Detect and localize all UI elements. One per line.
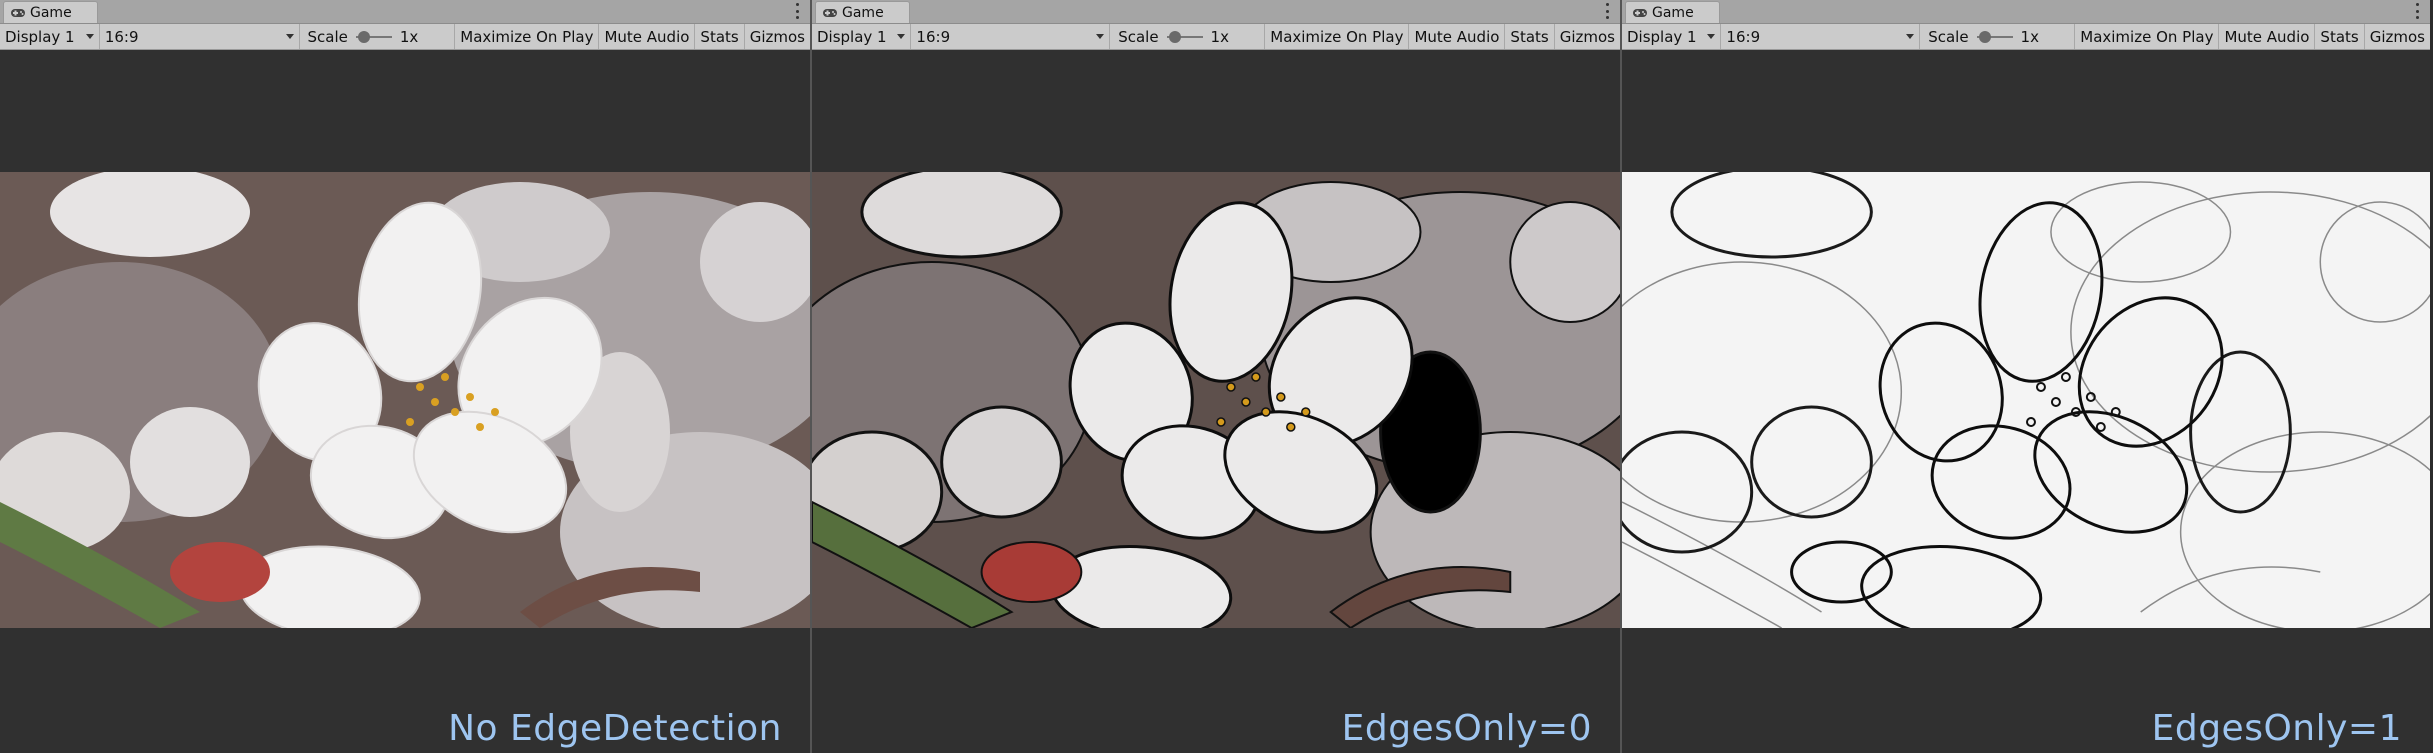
stats-label: Stats bbox=[700, 27, 739, 46]
display-label: Display 1 bbox=[817, 27, 887, 46]
gizmos-button[interactable]: Gizmos bbox=[2365, 24, 2430, 49]
mute-audio-button[interactable]: Mute Audio bbox=[2219, 24, 2316, 49]
tab-bar: Game bbox=[1622, 0, 2430, 24]
chevron-down-icon bbox=[85, 34, 94, 39]
gamepad-icon bbox=[823, 8, 837, 17]
game-view-panel-3: Game Display 1 16:9 Scale 1x Maximize On… bbox=[1620, 0, 2430, 753]
scale-value: 1x bbox=[399, 27, 419, 46]
mute-label: Mute Audio bbox=[604, 27, 690, 46]
stats-button[interactable]: Stats bbox=[2315, 24, 2365, 49]
effect-caption: EdgesOnly=1 bbox=[2151, 708, 2402, 749]
display-dropdown[interactable]: Display 1 bbox=[812, 24, 912, 49]
stats-label: Stats bbox=[1510, 27, 1549, 46]
game-viewport[interactable]: No EdgeDetection bbox=[0, 50, 810, 753]
scale-value: 1x bbox=[2020, 27, 2039, 46]
scale-slider[interactable] bbox=[1166, 30, 1203, 44]
game-viewport[interactable]: EdgesOnly=1 bbox=[1622, 50, 2430, 753]
tab-title: Game bbox=[1652, 4, 1694, 21]
scale-label: Scale bbox=[1928, 27, 1969, 46]
tab-bar: Game bbox=[812, 0, 1620, 24]
scale-slider[interactable] bbox=[355, 30, 392, 44]
display-label: Display 1 bbox=[5, 27, 75, 46]
rendered-image bbox=[812, 172, 1620, 628]
game-tab[interactable]: Game bbox=[815, 1, 910, 23]
display-dropdown[interactable]: Display 1 bbox=[0, 24, 100, 49]
aspect-label: 16:9 bbox=[916, 27, 951, 46]
display-label: Display 1 bbox=[1627, 27, 1697, 46]
chevron-down-icon bbox=[1096, 34, 1105, 39]
scale-value: 1x bbox=[1210, 27, 1229, 46]
rendered-image bbox=[0, 172, 810, 628]
display-dropdown[interactable]: Display 1 bbox=[1622, 24, 1722, 49]
maximize-on-play-button[interactable]: Maximize On Play bbox=[455, 24, 600, 49]
scale-label: Scale bbox=[307, 27, 348, 46]
gizmos-label: Gizmos bbox=[2369, 27, 2425, 46]
rendered-image bbox=[1622, 172, 2430, 628]
aspect-dropdown[interactable]: 16:9 bbox=[1721, 24, 1921, 49]
scale-slider[interactable] bbox=[1976, 30, 2013, 44]
tab-bar: Game bbox=[0, 0, 810, 24]
aspect-dropdown[interactable]: 16:9 bbox=[100, 24, 300, 49]
effect-caption: No EdgeDetection bbox=[448, 708, 782, 749]
maximize-on-play-button[interactable]: Maximize On Play bbox=[2075, 24, 2220, 49]
maximize-label: Maximize On Play bbox=[460, 27, 594, 46]
maximize-on-play-button[interactable]: Maximize On Play bbox=[1265, 24, 1410, 49]
blossom-photo-edges bbox=[812, 172, 1620, 628]
slider-thumb[interactable] bbox=[357, 30, 370, 43]
gizmos-label: Gizmos bbox=[1559, 27, 1615, 46]
scale-control[interactable]: Scale 1x bbox=[300, 24, 456, 49]
game-toolbar: Display 1 16:9 Scale 1x Maximize On Play… bbox=[0, 24, 810, 50]
kebab-menu-icon[interactable] bbox=[1606, 3, 1610, 19]
gamepad-icon bbox=[1633, 8, 1647, 17]
gizmos-label: Gizmos bbox=[749, 27, 805, 46]
blossom-photo bbox=[0, 172, 810, 628]
aspect-dropdown[interactable]: 16:9 bbox=[911, 24, 1111, 49]
kebab-menu-icon[interactable] bbox=[2416, 3, 2420, 19]
game-toolbar: Display 1 16:9 Scale 1x Maximize On Play… bbox=[812, 24, 1620, 50]
scale-label: Scale bbox=[1118, 27, 1159, 46]
mute-label: Mute Audio bbox=[2224, 27, 2310, 46]
maximize-label: Maximize On Play bbox=[2080, 27, 2214, 46]
game-view-panel-1: Game Display 1 16:9 Scale 1x Maximize On… bbox=[0, 0, 810, 753]
game-tab[interactable]: Game bbox=[3, 1, 98, 23]
effect-caption: EdgesOnly=0 bbox=[1341, 708, 1592, 749]
chevron-down-icon bbox=[285, 34, 294, 39]
tab-title: Game bbox=[842, 4, 884, 21]
game-view-panels: Game Display 1 16:9 Scale 1x Maximize On… bbox=[0, 0, 2433, 753]
mute-audio-button[interactable]: Mute Audio bbox=[599, 24, 696, 49]
game-view-panel-2: Game Display 1 16:9 Scale 1x Maximize On… bbox=[810, 0, 1620, 753]
stats-button[interactable]: Stats bbox=[1505, 24, 1555, 49]
slider-thumb[interactable] bbox=[1168, 30, 1181, 43]
chevron-down-icon bbox=[1707, 34, 1716, 39]
stats-label: Stats bbox=[2320, 27, 2359, 46]
mute-audio-button[interactable]: Mute Audio bbox=[1409, 24, 1506, 49]
gizmos-button[interactable]: Gizmos bbox=[1555, 24, 1620, 49]
aspect-label: 16:9 bbox=[1726, 27, 1761, 46]
scale-control[interactable]: Scale 1x bbox=[1920, 24, 2076, 49]
stats-button[interactable]: Stats bbox=[695, 24, 745, 49]
chevron-down-icon bbox=[1906, 34, 1915, 39]
gamepad-icon bbox=[11, 8, 25, 17]
game-toolbar: Display 1 16:9 Scale 1x Maximize On Play… bbox=[1622, 24, 2430, 50]
game-viewport[interactable]: EdgesOnly=0 bbox=[812, 50, 1620, 753]
kebab-menu-icon[interactable] bbox=[796, 3, 800, 19]
scale-control[interactable]: Scale 1x bbox=[1110, 24, 1266, 49]
maximize-label: Maximize On Play bbox=[1270, 27, 1404, 46]
slider-thumb[interactable] bbox=[1978, 30, 1991, 43]
tab-title: Game bbox=[30, 4, 72, 21]
game-tab[interactable]: Game bbox=[1625, 1, 1720, 23]
gizmos-button[interactable]: Gizmos bbox=[745, 24, 810, 49]
mute-label: Mute Audio bbox=[1414, 27, 1500, 46]
blossom-edges-only bbox=[1622, 172, 2430, 628]
aspect-label: 16:9 bbox=[104, 27, 139, 46]
chevron-down-icon bbox=[897, 34, 906, 39]
